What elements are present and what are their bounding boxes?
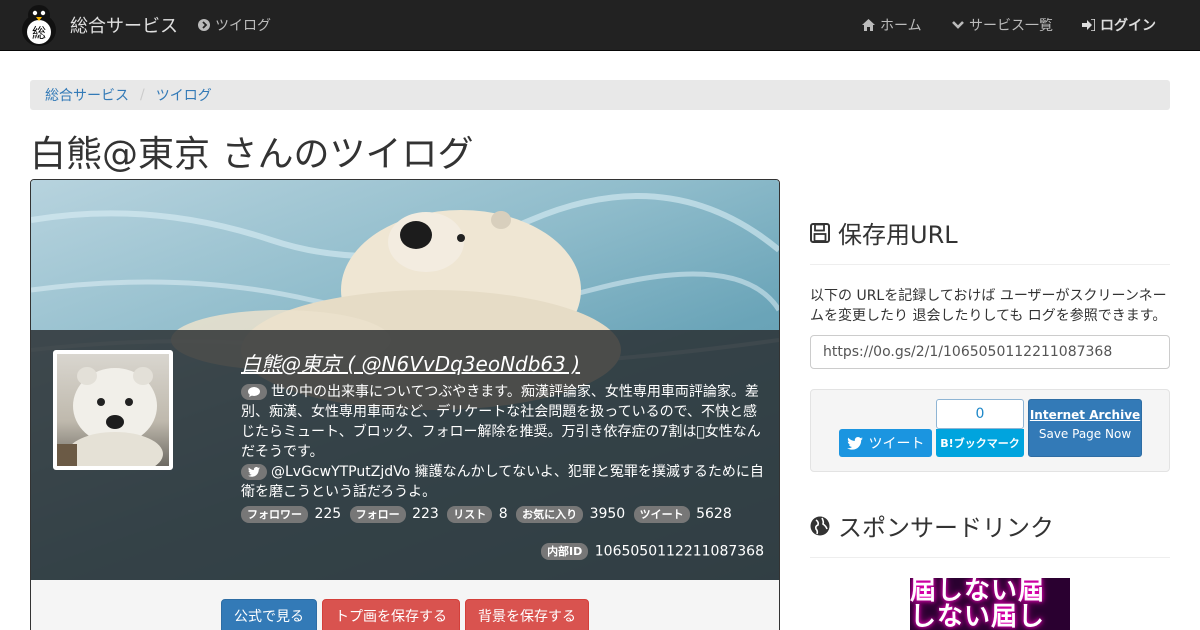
save-background-button[interactable]: 背景を保存する [465, 599, 589, 630]
home-icon [862, 19, 875, 31]
profile-bio-text: 世の中の出来事についてつぶやきます。痴漢評論家、女性専用車両評論家。差別、痴漢、… [241, 384, 761, 460]
sign-in-icon [1082, 19, 1095, 31]
divider [810, 557, 1170, 558]
hatena-bookmark-count: 0 [936, 399, 1024, 429]
profile-pinned: @LvGcwYTPutZjdVo 擁護なんかしてないよ、犯罪と冤罪を撲滅するため… [241, 462, 766, 502]
stat-label-tweets: ツイート [633, 505, 690, 523]
floppy-disk-icon [810, 222, 830, 243]
share-buttons: ツイート 0 B!ブックマーク Internet Archive Save Pa… [810, 389, 1170, 472]
save-url-heading-text: 保存用URL [838, 221, 958, 249]
internet-archive-button[interactable]: Internet Archive Save Page Now [1028, 399, 1142, 457]
nav-current-service-label: ツイログ [215, 18, 271, 34]
save-url-description: 以下の URLを記録しておけば ユーザーがスクリーンネームを変更したり 退会した… [810, 288, 1167, 324]
internal-id-label: 内部ID [541, 543, 589, 560]
page-title: 白熊@東京 さんのツイログ [30, 134, 474, 175]
stat-value-favorites: 3950 [589, 506, 626, 522]
breadcrumb-separator: / [140, 87, 145, 103]
comment-icon [241, 384, 267, 400]
ad-text-line2: しない屆し [910, 602, 1046, 630]
nav-services[interactable]: サービス一覧 [952, 0, 1053, 50]
chevron-down-icon [952, 20, 964, 30]
twitter-icon [846, 436, 863, 450]
breadcrumb-current[interactable]: ツイログ [156, 85, 212, 105]
brand-link[interactable]: 総 総合サービス [18, 2, 178, 48]
profile-overlay: 白熊@東京 ( @N6VvDq3eoNdb63 ) 世の中の出来事についてつぶや… [31, 330, 779, 580]
chevron-circle-right-icon [198, 19, 210, 31]
globe-icon [810, 516, 830, 536]
nav-login-label: ログイン [1100, 18, 1156, 34]
profile-actions: 公式で見る トプ画を保存する 背景を保存する [31, 580, 779, 630]
stat-value-followers: 225 [314, 506, 342, 522]
sponsor-heading: スポンサードリンク [810, 508, 1054, 543]
penguin-logo-icon: 総 [18, 3, 60, 47]
hatena-bookmark-button[interactable]: B!ブックマーク [936, 429, 1024, 457]
stat-value-following: 223 [412, 506, 439, 522]
profile-info: 白熊@東京 ( @N6VvDq3eoNdb63 ) 世の中の出来事についてつぶや… [241, 350, 766, 524]
save-top-image-button[interactable]: トプ画を保存する [322, 599, 460, 630]
stat-label-lists: リスト [447, 505, 493, 523]
twitter-bird-icon [241, 464, 267, 480]
nav-home[interactable]: ホーム [862, 0, 922, 50]
save-url-heading: 保存用URL [810, 215, 958, 250]
breadcrumb: 総合サービス / ツイログ [30, 80, 1170, 110]
stat-label-followers: フォロワー [241, 505, 308, 523]
stat-label-following: フォロー [349, 505, 406, 523]
logo-char: 総 [32, 26, 46, 42]
nav-login[interactable]: ログイン [1082, 0, 1156, 50]
profile-stats: フォロワー 225 フォロー 223 リスト 8 お気に入り 3950 ツイート… [241, 504, 766, 524]
internal-id: 内部ID 1065050112211087368 [541, 543, 764, 560]
nav-services-label: サービス一覧 [969, 18, 1053, 34]
stat-value-tweets: 5628 [696, 506, 732, 522]
tweet-button-label: ツイート [868, 436, 925, 452]
nav-home-label: ホーム [880, 18, 922, 34]
profile-avatar[interactable] [53, 350, 173, 470]
stat-value-lists: 8 [498, 506, 508, 522]
profile-card: 白熊@東京 ( @N6VvDq3eoNdb63 ) 世の中の出来事についてつぶや… [30, 179, 780, 630]
brand-text: 総合サービス [70, 16, 178, 37]
view-official-button[interactable]: 公式で見る [221, 599, 317, 630]
profile-bio: 世の中の出来事についてつぶやきます。痴漢評論家、女性専用車両評論家。差別、痴漢、… [241, 382, 766, 462]
internal-id-value: 1065050112211087368 [594, 543, 764, 560]
stat-label-favorites: お気に入り [516, 505, 584, 523]
sponsor-heading-text: スポンサードリンク [838, 514, 1054, 542]
navbar: 総 総合サービス ツイログ ホーム サービス一覧 ログイン [0, 0, 1200, 51]
breadcrumb-home[interactable]: 総合サービス [45, 85, 129, 105]
divider [810, 264, 1170, 265]
profile-pinned-text: @LvGcwYTPutZjdVo 擁護なんかしてないよ、犯罪と冤罪を撲滅するため… [241, 464, 764, 500]
profile-name-link[interactable]: 白熊@東京 ( @N6VvDq3eoNdb63 ) [241, 350, 766, 378]
tweet-button[interactable]: ツイート [839, 429, 932, 457]
sponsored-ad-banner[interactable]: 屆しない屆 しない屆し [910, 578, 1070, 630]
save-url-input[interactable] [810, 335, 1170, 369]
nav-current-service[interactable]: ツイログ [198, 0, 271, 50]
internet-archive-subtitle: Save Page Now [1038, 427, 1132, 441]
internet-archive-title: Internet Archive [1029, 408, 1141, 422]
ad-text-line1: 屆しない屆 [910, 578, 1046, 606]
